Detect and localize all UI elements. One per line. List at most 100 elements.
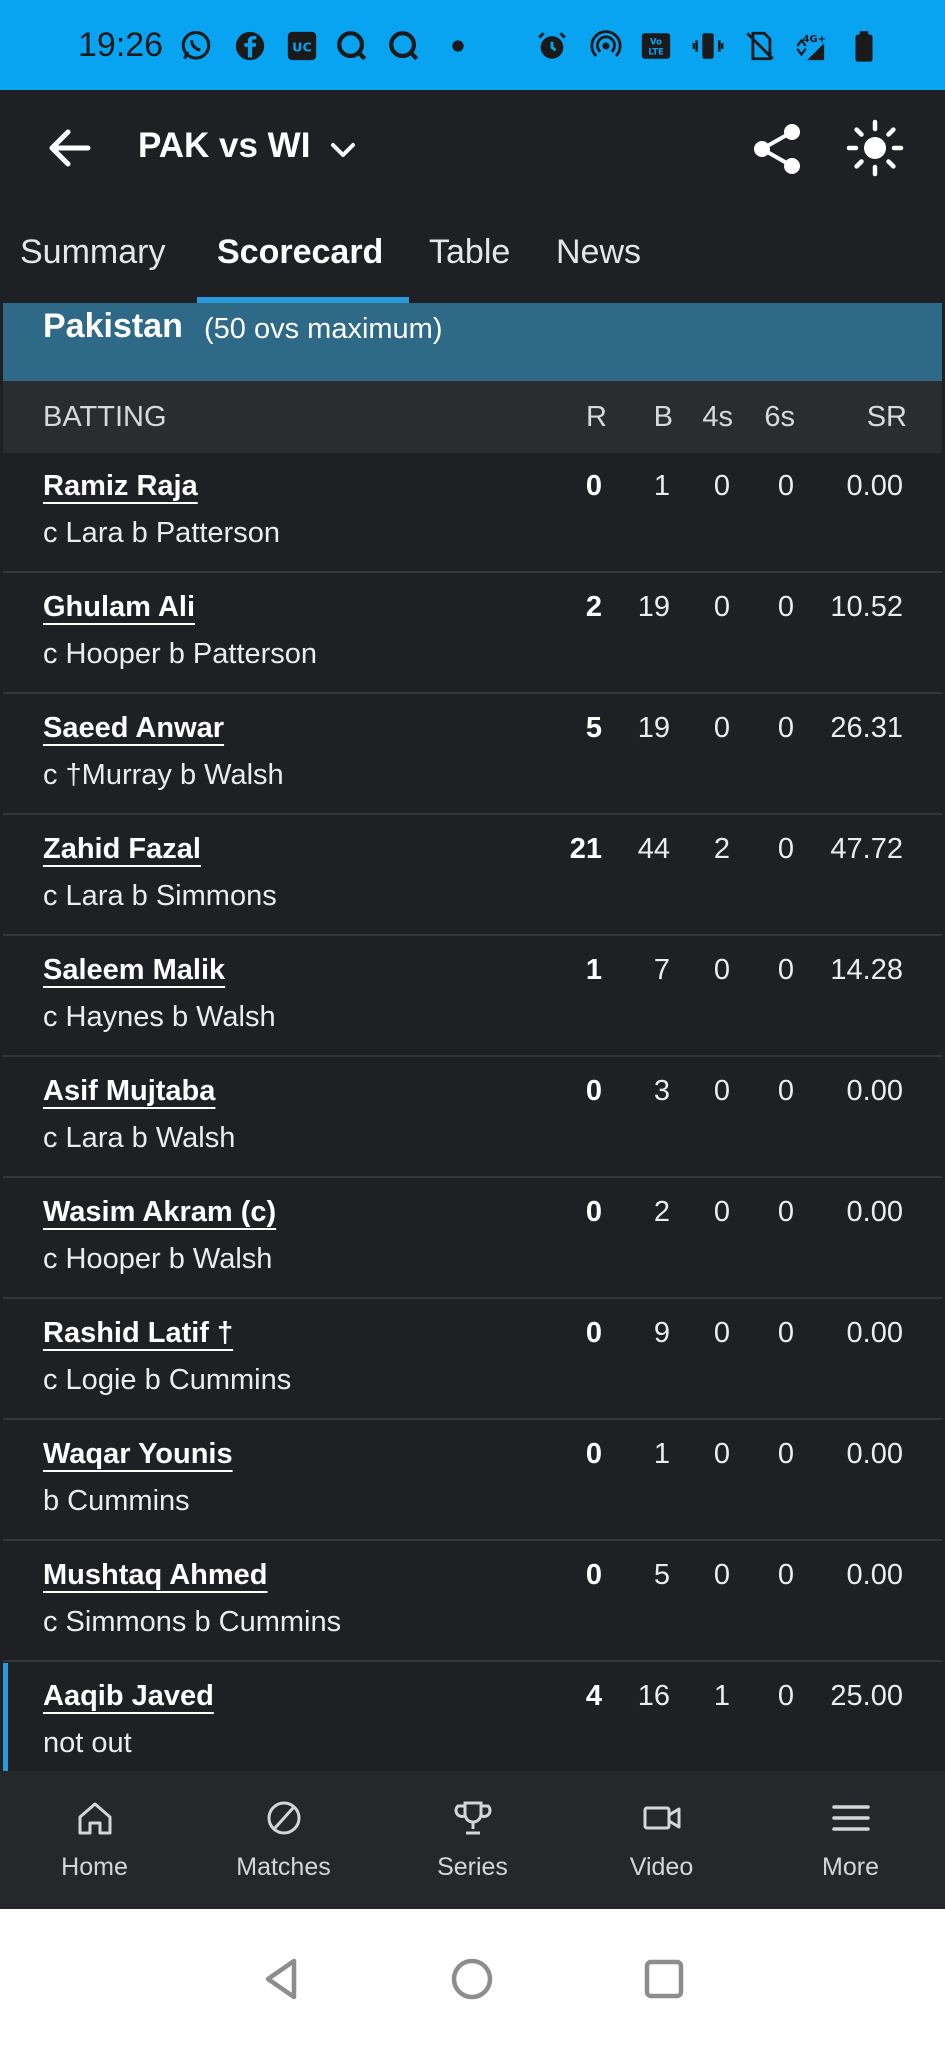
runs-value: 0 (585, 470, 602, 502)
batter-row[interactable]: Asif Mujtaba c Lara b Walsh 0 3 0 0 0.00 (3, 1058, 942, 1178)
video-camera-icon (641, 1797, 683, 1839)
nav-video[interactable]: Video (567, 1771, 756, 1909)
home-circle-icon[interactable] (444, 1951, 500, 2007)
dismissal-text: c Hooper b Patterson (43, 638, 318, 670)
strike-rate-value: 0.00 (846, 1317, 903, 1349)
strike-rate-value: 14.28 (830, 954, 903, 986)
batter-row[interactable]: Ghulam Ali c Hooper b Patterson 2 19 0 0… (3, 574, 942, 694)
batter-name[interactable]: Asif Mujtaba (43, 1075, 215, 1108)
batter-row-not-out[interactable]: Aaqib Javed not out 4 16 1 0 25.00 (3, 1663, 942, 1771)
fours-value: 0 (713, 1196, 730, 1228)
batter-row[interactable]: Saleem Malik c Haynes b Walsh 1 7 0 0 14… (3, 937, 942, 1057)
batter-row[interactable]: Rashid Latif † c Logie b Cummins 0 9 0 0… (3, 1300, 942, 1420)
batter-row[interactable]: Mushtaq Ahmed c Simmons b Cummins 0 5 0 … (3, 1542, 942, 1662)
sixes-value: 0 (777, 1317, 794, 1349)
dismissal-text: c Hooper b Walsh (43, 1243, 273, 1275)
overs-info: (50 ovs maximum) (204, 313, 443, 345)
balls-value: 7 (653, 954, 670, 986)
whatsapp-icon (178, 28, 214, 64)
strike-rate-value: 25.00 (830, 1680, 903, 1712)
sixes-value: 0 (777, 1196, 794, 1228)
runs-value: 2 (585, 591, 602, 623)
batter-name[interactable]: Wasim Akram (c) (43, 1196, 276, 1229)
runs-value: 0 (585, 1317, 602, 1349)
svg-text:LTE: LTE (648, 48, 664, 58)
match-title[interactable]: PAK vs WI (138, 126, 310, 166)
volte-icon: Vo LTE (638, 28, 674, 64)
tab-bar: Summary Scorecard Table News (0, 205, 945, 305)
share-icon[interactable] (748, 120, 806, 178)
batter-name[interactable]: Ramiz Raja (43, 470, 198, 503)
batter-name[interactable]: Waqar Younis (43, 1438, 233, 1471)
balls-value: 16 (637, 1680, 670, 1712)
fours-value: 0 (713, 591, 730, 623)
strike-rate-value: 10.52 (830, 591, 903, 623)
batter-row[interactable]: Saeed Anwar c †Murray b Walsh 5 19 0 0 2… (3, 695, 942, 815)
balls-value: 5 (653, 1559, 670, 1591)
batter-name[interactable]: Saleem Malik (43, 954, 225, 987)
system-navigation-bar (0, 1909, 945, 2048)
nav-series[interactable]: Series (378, 1771, 567, 1909)
fours-value: 0 (713, 954, 730, 986)
strike-rate-value: 47.72 (830, 833, 903, 865)
batting-column-header: BATTING R B 4s 6s SR (3, 381, 942, 453)
tab-table[interactable]: Table (429, 233, 510, 272)
batter-row[interactable]: Wasim Akram (c) c Hooper b Walsh 0 2 0 0… (3, 1179, 942, 1299)
batter-row[interactable]: Zahid Fazal c Lara b Simmons 21 44 2 0 4… (3, 816, 942, 936)
runs-value: 21 (569, 833, 602, 865)
chevron-down-icon[interactable] (325, 132, 361, 168)
recents-square-icon[interactable] (636, 1951, 692, 2007)
batter-row[interactable]: Waqar Younis b Cummins 0 1 0 0 0.00 (3, 1421, 942, 1541)
dismissal-text: c Lara b Patterson (43, 517, 280, 549)
runs-value: 0 (585, 1559, 602, 1591)
back-triangle-icon[interactable] (254, 1951, 310, 2007)
fours-value: 0 (713, 1559, 730, 1591)
batter-name[interactable]: Mushtaq Ahmed (43, 1559, 267, 1592)
tab-summary[interactable]: Summary (20, 233, 165, 272)
runs-value: 0 (585, 1075, 602, 1107)
fours-value: 1 (713, 1680, 730, 1712)
status-bar: 19:26 UC Vo LTE 4G+ (0, 0, 945, 90)
sixes-value: 0 (777, 1075, 794, 1107)
tab-news[interactable]: News (556, 233, 641, 272)
batter-row[interactable]: Ramiz Raja c Lara b Patterson 0 1 0 0 0.… (3, 453, 942, 573)
nav-more[interactable]: More (756, 1771, 945, 1909)
nav-series-label: Series (437, 1853, 508, 1881)
balls-value: 9 (653, 1317, 670, 1349)
back-arrow-icon[interactable] (42, 120, 98, 176)
fours-value: 0 (713, 470, 730, 502)
innings-header: Pakistan (50 ovs maximum) (3, 303, 942, 381)
dismissal-text: not out (43, 1727, 132, 1759)
strike-rate-value: 0.00 (846, 1075, 903, 1107)
runs-value: 4 (585, 1680, 602, 1712)
nav-matches[interactable]: Matches (189, 1771, 378, 1909)
balls-value: 1 (653, 1438, 670, 1470)
fours-value: 0 (713, 712, 730, 744)
fours-value: 2 (713, 833, 730, 865)
tab-scorecard[interactable]: Scorecard (217, 233, 383, 272)
nav-home-label: Home (61, 1853, 128, 1881)
dismissal-text: c Haynes b Walsh (43, 1001, 276, 1033)
nav-more-label: More (822, 1853, 879, 1881)
strike-rate-value: 0.00 (846, 470, 903, 502)
batter-name[interactable]: Ghulam Ali (43, 591, 195, 624)
light-mode-icon[interactable] (845, 118, 905, 178)
dismissal-text: c †Murray b Walsh (43, 759, 284, 791)
dot-icon (440, 28, 476, 64)
batter-name[interactable]: Rashid Latif † (43, 1317, 233, 1350)
svg-text:4G+: 4G+ (803, 34, 826, 45)
bottom-navigation: Home Matches Series Video More (0, 1771, 945, 1909)
balls-value: 3 (653, 1075, 670, 1107)
batter-name[interactable]: Aaqib Javed (43, 1680, 214, 1713)
batter-name[interactable]: Zahid Fazal (43, 833, 201, 866)
vibrate-icon (690, 28, 726, 64)
sixes-value: 0 (777, 833, 794, 865)
sixes-value: 0 (777, 1680, 794, 1712)
balls-value: 44 (637, 833, 670, 865)
network-4g-icon: 4G+ (792, 28, 828, 64)
fours-header: 4s (702, 401, 733, 433)
nav-home[interactable]: Home (0, 1771, 189, 1909)
batter-name[interactable]: Saeed Anwar (43, 712, 224, 745)
balls-value: 1 (653, 470, 670, 502)
fours-value: 0 (713, 1075, 730, 1107)
